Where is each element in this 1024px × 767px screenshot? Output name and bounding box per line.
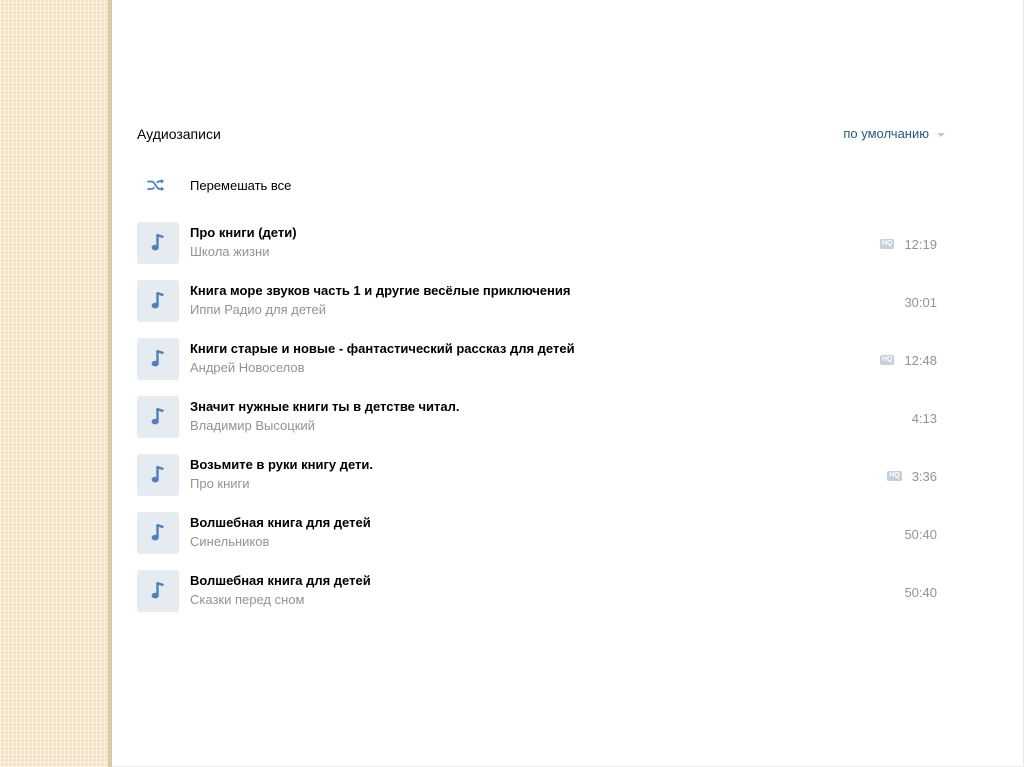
play-button[interactable] — [137, 570, 179, 612]
track-title[interactable]: Книга море звуков часть 1 и другие весёл… — [190, 283, 570, 298]
track-row[interactable]: Волшебная книга для детей Синельников 50:4… — [137, 512, 945, 570]
track-meta: 50:40 — [904, 583, 937, 601]
track-title[interactable]: Значит нужные книги ты в детстве читал. — [190, 399, 460, 414]
track-duration: 30:01 — [904, 294, 937, 310]
track-meta: HQ 12:48 — [879, 351, 937, 369]
shuffle-icon — [145, 174, 167, 196]
page-title: Аудиозаписи — [137, 126, 221, 142]
music-note-icon — [151, 407, 165, 427]
audio-panel: Аудиозаписи по умолчанию Перемешать все … — [112, 0, 1024, 767]
play-button[interactable] — [137, 396, 179, 438]
shuffle-all-label: Перемешать все — [190, 177, 292, 193]
track-row[interactable]: Возьмите в руки книгу дети. Про книги HQ 3:… — [137, 454, 945, 512]
sort-dropdown[interactable]: по умолчанию — [843, 124, 945, 144]
track-title[interactable]: Книги старые и новые - фантастический ра… — [190, 341, 575, 356]
track-artist[interactable]: Андрей Новоселов — [190, 360, 305, 375]
shuffle-all-button[interactable]: Перемешать все — [137, 174, 291, 196]
track-title[interactable]: Про книги (дети) — [190, 225, 297, 240]
track-row[interactable]: Про книги (дети) Школа жизни HQ 12:19 — [137, 222, 945, 280]
track-row[interactable]: Книги старые и новые - фантастический ра… — [137, 338, 945, 396]
track-artist[interactable]: Сказки перед сном — [190, 592, 304, 607]
track-artist[interactable]: Синельников — [190, 534, 269, 549]
music-note-icon — [151, 233, 165, 253]
play-button[interactable] — [137, 222, 179, 264]
music-note-icon — [151, 291, 165, 311]
track-row[interactable]: Значит нужные книги ты в детстве читал. В… — [137, 396, 945, 454]
track-meta: HQ 12:19 — [879, 235, 937, 253]
track-meta: 4:13 — [912, 409, 937, 427]
play-button[interactable] — [137, 280, 179, 322]
track-meta: 50:40 — [904, 525, 937, 543]
track-list: Про книги (дети) Школа жизни HQ 12:19 Книга … — [137, 222, 945, 628]
track-duration: 50:40 — [904, 526, 937, 542]
track-duration: 4:13 — [911, 410, 937, 426]
decorative-pattern-border — [0, 0, 108, 767]
track-meta: 30:01 — [904, 293, 937, 311]
track-meta: HQ 3:36 — [887, 467, 937, 485]
track-artist[interactable]: Владимир Высоцкий — [190, 418, 315, 433]
music-note-icon — [151, 349, 165, 369]
track-row[interactable]: Книга море звуков часть 1 и другие весёл… — [137, 280, 945, 338]
music-note-icon — [151, 523, 165, 543]
track-duration: 50:40 — [904, 584, 937, 600]
hq-badge-icon: HQ — [887, 471, 902, 481]
sort-dropdown-label: по умолчанию — [843, 126, 929, 141]
track-row[interactable]: Волшебная книга для детей Сказки перед сн… — [137, 570, 945, 628]
track-duration: 12:48 — [904, 352, 937, 368]
play-button[interactable] — [137, 512, 179, 554]
track-artist[interactable]: Школа жизни — [190, 244, 269, 259]
track-artist[interactable]: Иппи Радио для детей — [190, 302, 326, 317]
play-button[interactable] — [137, 454, 179, 496]
hq-badge-icon: HQ — [879, 355, 895, 365]
track-duration: 12:19 — [904, 236, 937, 252]
music-note-icon — [151, 581, 165, 601]
hq-badge-icon: HQ — [879, 239, 895, 249]
track-title[interactable]: Возьмите в руки книгу дети. — [190, 457, 373, 472]
track-artist[interactable]: Про книги — [190, 476, 250, 491]
chevron-down-icon — [937, 132, 945, 137]
track-duration: 3:36 — [911, 468, 937, 484]
audio-header: Аудиозаписи по умолчанию — [137, 124, 945, 144]
play-button[interactable] — [137, 338, 179, 380]
track-title[interactable]: Волшебная книга для детей — [190, 515, 371, 530]
track-title[interactable]: Волшебная книга для детей — [190, 573, 371, 588]
music-note-icon — [151, 465, 165, 485]
